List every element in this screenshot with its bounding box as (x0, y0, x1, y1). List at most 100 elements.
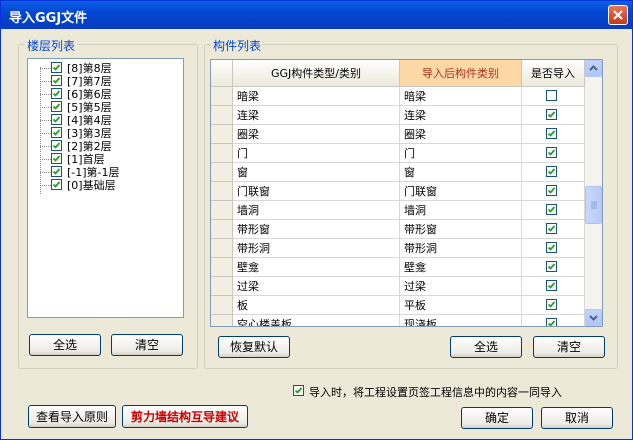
component-row[interactable]: 暗梁 暗梁 (211, 87, 585, 106)
import-checkbox[interactable] (546, 109, 557, 120)
component-clear-button[interactable]: 清空 (533, 336, 605, 358)
title-bar[interactable]: 导入GGJ文件 (1, 1, 632, 29)
row-header[interactable] (211, 220, 233, 239)
row-header[interactable] (211, 315, 233, 326)
target-type-cell[interactable]: 暗梁 (400, 87, 522, 106)
floor-checkbox[interactable] (51, 62, 62, 73)
component-row[interactable]: 门门 (211, 144, 585, 163)
floor-select-all-button[interactable]: 全选 (29, 334, 101, 356)
checkmark-icon (52, 142, 61, 149)
import-checkbox[interactable] (546, 166, 557, 177)
import-cell (522, 87, 585, 106)
import-checkbox[interactable] (546, 223, 557, 234)
floor-checkbox[interactable] (51, 179, 62, 190)
target-type-cell[interactable]: 带形洞 (400, 239, 522, 258)
source-type-cell: 带形窗 (233, 220, 400, 239)
ok-button[interactable]: 确定 (461, 407, 533, 429)
component-row[interactable]: 壁龛 壁龛 (211, 258, 585, 277)
target-type-cell[interactable]: 平板 (400, 296, 522, 315)
import-checkbox[interactable] (546, 280, 557, 291)
row-header[interactable] (211, 182, 233, 201)
column-header-target-type[interactable]: 导入后构件类别 (400, 60, 522, 87)
tree-connector (40, 81, 51, 82)
checkmark-icon (547, 206, 556, 213)
source-type-cell: 连梁 (233, 106, 400, 125)
target-type-cell[interactable]: 门 (400, 144, 522, 163)
chevron-up-icon (589, 65, 598, 71)
import-checkbox[interactable] (546, 242, 557, 253)
component-row[interactable]: 墙洞 墙洞 (211, 201, 585, 220)
target-type-cell[interactable]: 现浇板 (400, 315, 522, 326)
row-header[interactable] (211, 258, 233, 277)
import-checkbox[interactable] (546, 261, 557, 272)
import-checkbox[interactable] (546, 204, 557, 215)
import-project-info-checkbox[interactable] (293, 385, 304, 396)
component-row[interactable]: 带形窗 带形窗 (211, 220, 585, 239)
row-header[interactable] (211, 106, 233, 125)
vertical-scrollbar[interactable] (585, 60, 602, 326)
source-type-cell: 板 (233, 296, 400, 315)
floor-checkbox[interactable] (51, 127, 62, 138)
component-row[interactable]: 过梁 过梁 (211, 277, 585, 296)
target-type-cell[interactable]: 过梁 (400, 277, 522, 296)
source-type-cell: 过梁 (233, 277, 400, 296)
import-checkbox[interactable] (546, 147, 557, 158)
floor-checkbox[interactable] (51, 140, 62, 151)
import-checkbox[interactable] (546, 299, 557, 310)
import-checkbox[interactable] (546, 90, 557, 101)
floor-checkbox[interactable] (51, 75, 62, 86)
row-header[interactable] (211, 239, 233, 258)
floor-clear-button[interactable]: 清空 (111, 334, 183, 356)
target-type-cell[interactable]: 圈梁 (400, 125, 522, 144)
component-row[interactable]: 门联窗 门联窗 (211, 182, 585, 201)
shear-wall-advice-button[interactable]: 剪力墙结构互导建议 (122, 405, 248, 428)
component-list-legend: 构件列表 (211, 37, 264, 54)
restore-default-button[interactable]: 恢复默认 (218, 336, 290, 358)
close-button[interactable] (608, 5, 628, 25)
view-import-principles-button[interactable]: 查看导入原则 (28, 405, 116, 428)
component-row[interactable]: 空心楼盖板 现浇板 (211, 315, 585, 326)
floor-checkbox[interactable] (51, 153, 62, 164)
target-type-cell[interactable]: 壁龛 (400, 258, 522, 277)
scroll-down-button[interactable] (585, 309, 602, 326)
row-header[interactable] (211, 201, 233, 220)
row-header[interactable] (211, 163, 233, 182)
floor-tree[interactable]: [8]第8层 [7]第7层 [6]第6层 [5]第5层 [4]第4层 [3]第3层 [2]第… (27, 58, 184, 318)
component-row[interactable]: 圈梁 圈梁 (211, 125, 585, 144)
component-row[interactable]: 窗窗 (211, 163, 585, 182)
target-type-cell[interactable]: 门联窗 (400, 182, 522, 201)
component-select-all-button[interactable]: 全选 (450, 336, 522, 358)
scrollbar-thumb[interactable] (585, 186, 602, 224)
component-row[interactable]: 带形洞 带形洞 (211, 239, 585, 258)
source-type-cell: 窗 (233, 163, 400, 182)
grip-icon (591, 201, 597, 209)
floor-checkbox[interactable] (51, 114, 62, 125)
floor-checkbox[interactable] (51, 166, 62, 177)
row-header[interactable] (211, 144, 233, 163)
row-header[interactable] (211, 296, 233, 315)
checkmark-icon (547, 225, 556, 232)
tree-connector (40, 68, 51, 69)
import-checkbox[interactable] (546, 128, 557, 139)
row-header[interactable] (211, 125, 233, 144)
import-checkbox[interactable] (546, 318, 557, 326)
target-type-cell[interactable]: 墙洞 (400, 201, 522, 220)
cancel-button[interactable]: 取消 (541, 407, 613, 429)
scroll-up-button[interactable] (585, 60, 602, 77)
floor-checkbox[interactable] (51, 88, 62, 99)
column-header-import[interactable]: 是否导入 (522, 60, 585, 87)
checkmark-icon (547, 244, 556, 251)
column-header-source-type[interactable]: GGJ构件类型/类别 (233, 60, 400, 87)
component-row[interactable]: 连梁 连梁 (211, 106, 585, 125)
checkmark-icon (547, 301, 556, 308)
checkmark-icon (547, 320, 556, 326)
floor-checkbox[interactable] (51, 101, 62, 112)
row-header[interactable] (211, 87, 233, 106)
import-checkbox[interactable] (546, 185, 557, 196)
row-header[interactable] (211, 277, 233, 296)
target-type-cell[interactable]: 窗 (400, 163, 522, 182)
target-type-cell[interactable]: 连梁 (400, 106, 522, 125)
checkmark-icon (52, 64, 61, 71)
component-row[interactable]: 板平板 (211, 296, 585, 315)
target-type-cell[interactable]: 带形窗 (400, 220, 522, 239)
